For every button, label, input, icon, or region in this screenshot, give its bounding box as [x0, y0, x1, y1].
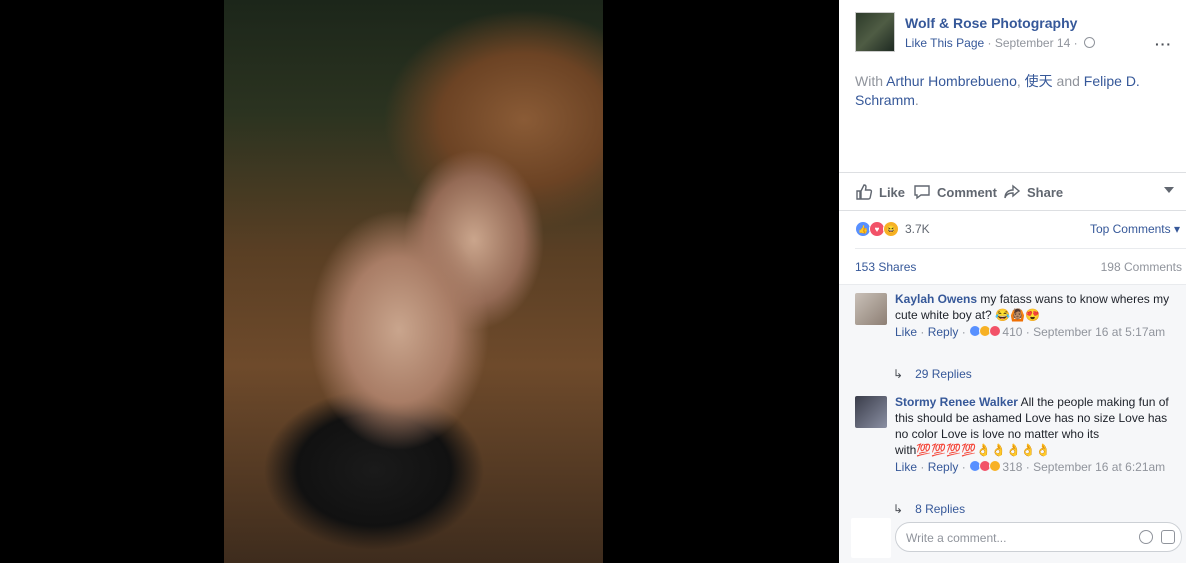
like-label: Like [879, 184, 906, 200]
user-avatar [851, 518, 891, 558]
like-page-link[interactable]: Like This Page [905, 36, 984, 50]
sticker-icon[interactable] [1161, 530, 1175, 544]
like-button[interactable]: Like [855, 183, 905, 201]
comment-icon [914, 185, 930, 200]
share-button[interactable]: Share [1003, 183, 1063, 201]
globe-icon [1083, 37, 1095, 48]
share-icon [1004, 184, 1021, 199]
replies-count: 8 Replies [915, 502, 966, 516]
comments-count[interactable]: 198 Comments [1101, 260, 1182, 274]
reactions-count: 3.7K [905, 222, 930, 236]
comment-time[interactable]: September 16 at 5:17am [1033, 325, 1165, 339]
comment-input[interactable]: Write a comment... [895, 522, 1182, 552]
comment-input-placeholder: Write a comment... [906, 531, 1007, 545]
post-header: Wolf & Rose Photography Like This Page ·… [855, 12, 1186, 56]
haha-reaction-icon [989, 460, 1002, 472]
comment-reply-link[interactable]: Reply [928, 460, 959, 474]
tag-shitian[interactable]: 使天 [1025, 73, 1053, 89]
comments-list: Kaylah Owens my fatass wans to know wher… [839, 284, 1186, 519]
comment-like-link[interactable]: Like [895, 460, 917, 474]
love-reaction-icon [989, 325, 1002, 337]
more-options-icon[interactable]: ··· [1155, 36, 1172, 52]
comment-meta: Like · Reply · 410 · September 16 at 5:1… [895, 325, 1166, 339]
comment-reactions-count[interactable]: 410 [1002, 325, 1022, 339]
with-prefix: With [855, 73, 883, 89]
comment-meta: Like · Reply · 318 · September 16 at 6:2… [895, 460, 1166, 474]
comment-body: Kaylah Owens my fatass wans to know wher… [895, 291, 1171, 341]
post-sidebar: Wolf & Rose Photography Like This Page ·… [839, 0, 1186, 563]
replies-link[interactable]: ↳ 8 Replies [893, 502, 965, 516]
thumbs-up-icon [856, 184, 873, 200]
page-name[interactable]: Wolf & Rose Photography [905, 15, 1077, 31]
haha-reaction-icon: 😆 [883, 221, 899, 237]
comment-body: Stormy Renee Walker All the people makin… [895, 394, 1171, 476]
top-comments-dropdown[interactable]: Top Comments ▾ [1090, 222, 1180, 236]
post-actions-bar: Like Comment Share [839, 172, 1186, 211]
tag-arthur[interactable]: Arthur Hombrebueno [886, 73, 1017, 89]
reply-arrow-icon: ↳ [893, 367, 904, 381]
replies-count: 29 Replies [915, 367, 972, 381]
post-photo[interactable] [224, 0, 603, 563]
tag-comma: , [1016, 73, 1021, 89]
emoji-icon[interactable] [1139, 530, 1153, 544]
top-comments-label: Top Comments [1089, 222, 1171, 236]
tagged-people: With Arthur Hombrebueno, 使天 and Felipe D… [855, 72, 1165, 110]
avatar[interactable] [855, 293, 887, 325]
comment-label: Comment [937, 184, 997, 200]
comment-author[interactable]: Kaylah Owens [895, 292, 977, 306]
post-date[interactable]: September 14 [995, 36, 1070, 50]
avatar[interactable] [855, 396, 887, 428]
page-avatar[interactable] [855, 12, 895, 52]
comment-reactions-count[interactable]: 318 [1002, 460, 1022, 474]
photo-viewer [0, 0, 839, 563]
share-label: Share [1027, 184, 1064, 200]
reactions-summary[interactable]: 👍 ♥ 😆 3.7K [855, 221, 930, 237]
comment-composer: Write a comment... [839, 518, 1186, 563]
shares-count[interactable]: 153 Shares [855, 260, 916, 274]
comment-author[interactable]: Stormy Renee Walker [895, 395, 1018, 409]
meta-separator: · [987, 36, 992, 50]
replies-link[interactable]: ↳ 29 Replies [893, 367, 972, 381]
comment-reply-link[interactable]: Reply [928, 325, 959, 339]
post-meta: Like This Page · September 14 · [905, 36, 1095, 50]
comment-like-link[interactable]: Like [895, 325, 917, 339]
meta-separator-2: · [1073, 36, 1078, 50]
comment-button[interactable]: Comment [913, 183, 997, 201]
comment-time[interactable]: September 16 at 6:21am [1033, 460, 1165, 474]
reply-arrow-icon: ↳ [893, 502, 904, 516]
divider [855, 248, 1186, 249]
tag-and: and [1056, 73, 1080, 89]
tag-period: . [914, 92, 919, 108]
chevron-down-icon[interactable] [1164, 187, 1174, 193]
